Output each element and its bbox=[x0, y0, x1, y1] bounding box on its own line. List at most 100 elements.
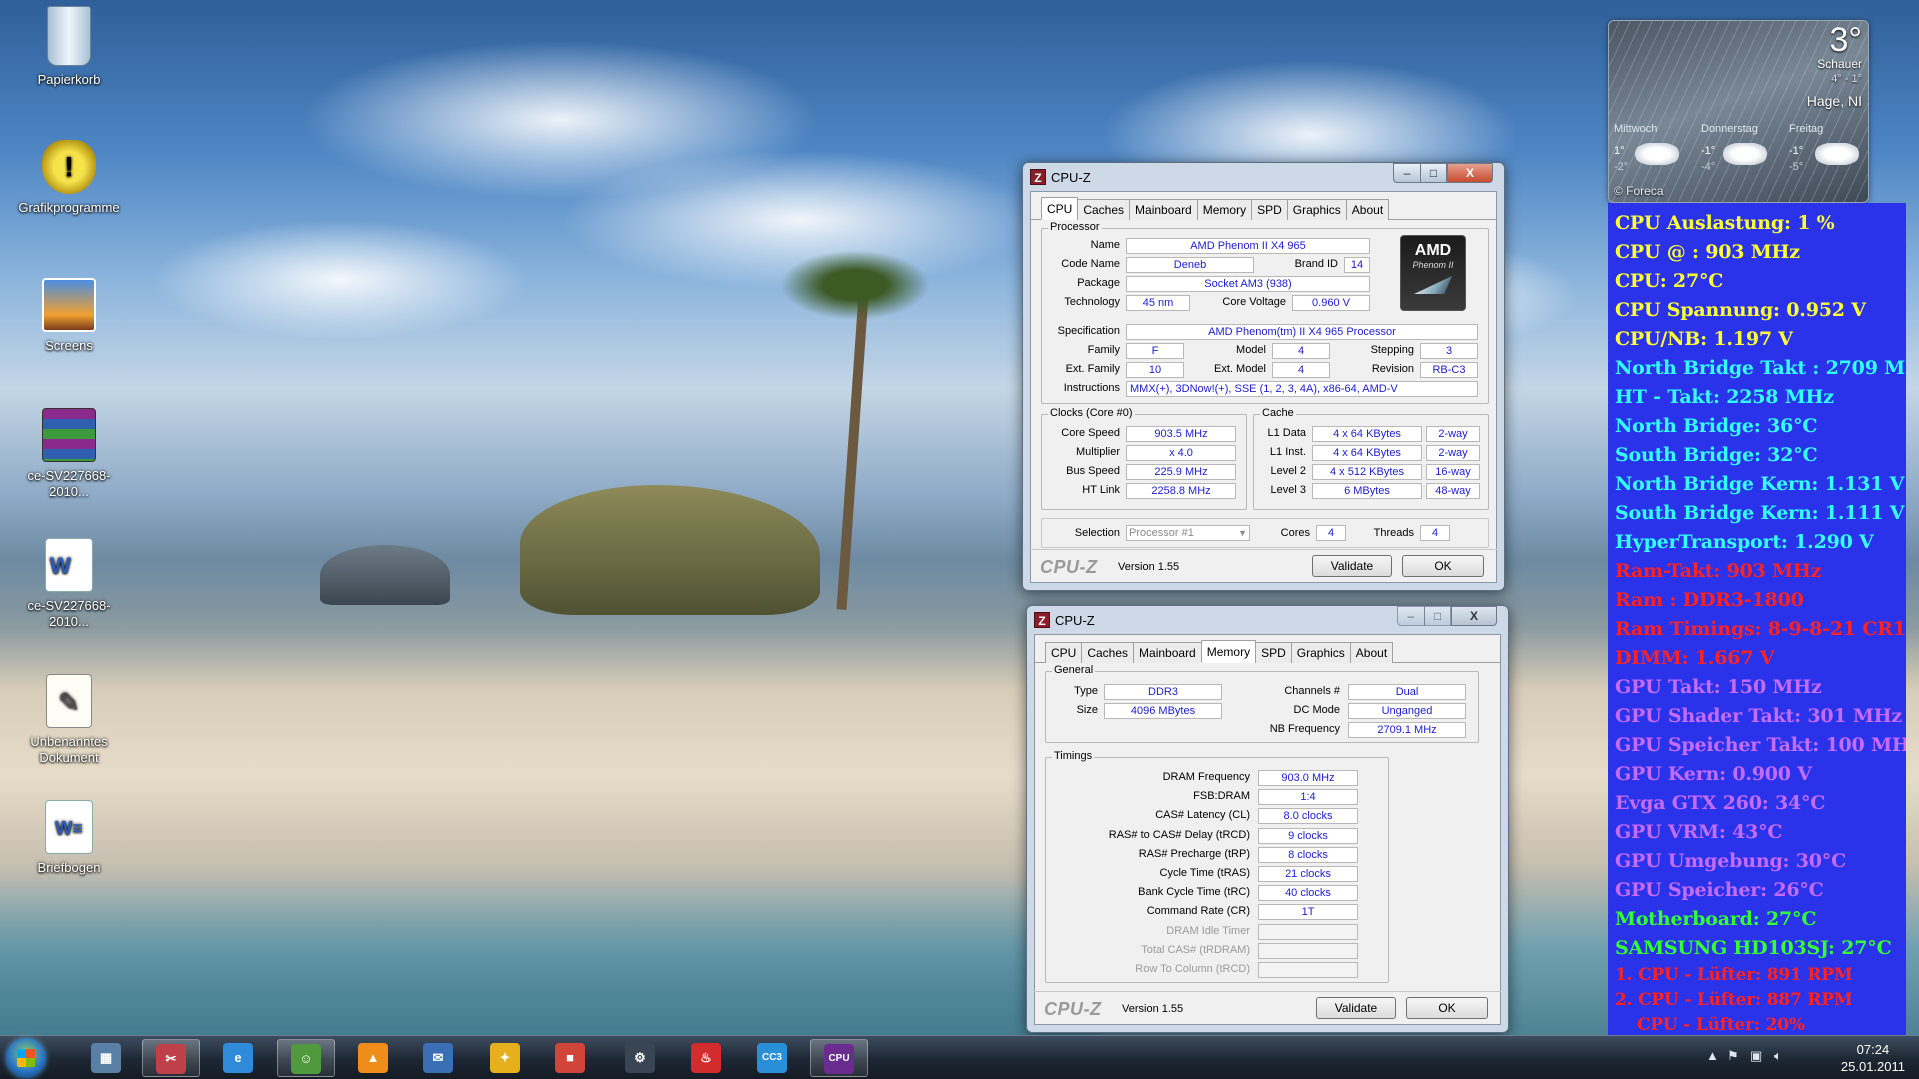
tab-cpu[interactable]: CPU bbox=[1041, 197, 1079, 220]
minimize-button[interactable]: – bbox=[1397, 606, 1425, 626]
taskbar-button[interactable]: ✂ bbox=[142, 1039, 200, 1077]
close-button[interactable]: X bbox=[1447, 163, 1493, 183]
type-value: DDR3 bbox=[1104, 684, 1222, 700]
version-text: Version 1.55 bbox=[1118, 561, 1180, 573]
sensor-readout-panel: CPU Auslastung: 1 % CPU @ : 903 MHz CPU: 2… bbox=[1608, 203, 1906, 1035]
maximize-button[interactable]: □ bbox=[1424, 606, 1451, 626]
sensor-line: CPU Spannung: 0.952 V bbox=[1615, 299, 1866, 321]
desktop-icon-grafikprogramme[interactable]: ! Grafikprogramme bbox=[10, 140, 128, 216]
tab-graphics[interactable]: Graphics bbox=[1290, 642, 1351, 663]
tab-spd[interactable]: SPD bbox=[1251, 199, 1288, 220]
l3-way-value: 48-way bbox=[1426, 483, 1480, 499]
desktop-icon-word-doc[interactable]: W ce-SV227668-2010... bbox=[10, 538, 128, 630]
taskbar-button[interactable]: ✦ bbox=[477, 1039, 535, 1077]
validate-button[interactable]: Validate bbox=[1312, 555, 1392, 577]
brandid-value: 14 bbox=[1344, 257, 1370, 273]
model-label: Model bbox=[1236, 344, 1266, 356]
processor-select[interactable]: Processor #1 ▼ bbox=[1126, 525, 1250, 541]
desktop-icon-screens[interactable]: Screens bbox=[10, 278, 128, 354]
corespeed-value: 903.5 MHz bbox=[1126, 426, 1236, 442]
tab-caches[interactable]: Caches bbox=[1077, 199, 1131, 220]
processor-group: Processor Name AMD Phenom II X4 965 Code… bbox=[1041, 221, 1489, 404]
extmodel-label: Ext. Model bbox=[1214, 363, 1266, 375]
cpuz-memory-titlebar[interactable]: Z CPU-Z – □ X bbox=[1034, 606, 1501, 634]
taskbar-button[interactable]: ▦ bbox=[78, 1039, 136, 1077]
tab-about[interactable]: About bbox=[1345, 199, 1390, 220]
volume-icon[interactable]: 🔈︎ bbox=[1774, 1048, 1782, 1064]
taskbar-button[interactable]: ⚙ bbox=[612, 1039, 670, 1077]
taskbar-button[interactable]: ☺ bbox=[277, 1039, 335, 1077]
chevron-down-icon: ▼ bbox=[1238, 528, 1247, 538]
forecast-day-2-low: -4° bbox=[1701, 161, 1716, 173]
forecast-day-2-high: -1° bbox=[1701, 145, 1716, 157]
cpuz-taskbar-icon: CPU bbox=[824, 1044, 854, 1074]
taskbar-button[interactable]: CC3 bbox=[744, 1039, 802, 1077]
tab-mainboard[interactable]: Mainboard bbox=[1133, 642, 1202, 663]
group-label: Processor bbox=[1048, 221, 1102, 233]
taskbar-button[interactable]: ✉ bbox=[410, 1039, 468, 1077]
ok-button[interactable]: OK bbox=[1406, 997, 1488, 1019]
brandid-label: Brand ID bbox=[1294, 258, 1338, 270]
word-template-icon: W≡ bbox=[45, 800, 93, 854]
desktop-icon-briefbogen[interactable]: W≡ Briefbogen bbox=[10, 800, 128, 876]
l1d-label: L1 Data bbox=[1267, 427, 1306, 439]
system-clock[interactable]: 07:24 25.01.2011 bbox=[1841, 1041, 1905, 1075]
start-button[interactable] bbox=[6, 1038, 46, 1078]
weather-provider-link[interactable]: © Foreca bbox=[1614, 184, 1664, 198]
timing-value: 1T bbox=[1258, 904, 1358, 921]
clock-date: 25.01.2011 bbox=[1840, 1059, 1905, 1074]
internet-explorer-icon: e bbox=[223, 1043, 253, 1073]
timing-label: Command Rate (CR) bbox=[1146, 905, 1250, 918]
timing-label: RAS# to CAS# Delay (tRCD) bbox=[1108, 828, 1250, 841]
taskbar-button[interactable]: ■ bbox=[542, 1039, 600, 1077]
tab-graphics[interactable]: Graphics bbox=[1286, 199, 1347, 220]
l1i-way-value: 2-way bbox=[1426, 445, 1480, 461]
sensor-line: North Bridge Kern: 1.131 V bbox=[1615, 473, 1905, 495]
weather-gadget[interactable]: 3° Schauer 4° - 1° Hage, NI Mittwoch 1° … bbox=[1608, 20, 1869, 203]
threads-value: 4 bbox=[1420, 525, 1450, 541]
calculator-icon: ▦ bbox=[91, 1043, 121, 1073]
sensor-line: South Bridge: 32°C bbox=[1615, 444, 1818, 466]
desktop-icon-papierkorb[interactable]: Papierkorb bbox=[10, 6, 128, 88]
sensor-line: CPU: 27°C bbox=[1615, 270, 1724, 292]
group-label: Cache bbox=[1260, 407, 1296, 419]
close-button[interactable]: X bbox=[1451, 606, 1497, 626]
tab-cpu[interactable]: CPU bbox=[1045, 642, 1083, 663]
show-hidden-icons-icon[interactable]: ▲ bbox=[1706, 1048, 1719, 1063]
desktop-icon-archive[interactable]: ce-SV227668-2010... bbox=[10, 408, 128, 500]
minimize-button[interactable]: – bbox=[1393, 163, 1421, 183]
taskbar-button[interactable]: e bbox=[210, 1039, 268, 1077]
tab-spd[interactable]: SPD bbox=[1255, 642, 1292, 663]
tab-caches[interactable]: Caches bbox=[1081, 642, 1135, 663]
sensor-line: GPU Shader Takt: 301 MHz bbox=[1615, 705, 1902, 727]
network-icon[interactable]: ▣ bbox=[1750, 1048, 1762, 1064]
tab-memory[interactable]: Memory bbox=[1200, 640, 1257, 663]
multiplier-value: x 4.0 bbox=[1126, 445, 1236, 461]
weather-location: Hage, NI bbox=[1806, 93, 1862, 109]
sensor-line: GPU VRM: 43°C bbox=[1615, 821, 1783, 843]
logo-product-text: Phenom II bbox=[1412, 260, 1454, 270]
tab-memory[interactable]: Memory bbox=[1196, 199, 1253, 220]
sensor-line: CPU @ : 903 MHz bbox=[1615, 241, 1800, 263]
color-cube-icon: ■ bbox=[555, 1043, 585, 1073]
ok-button[interactable]: OK bbox=[1402, 555, 1484, 577]
weather-hilo: 4° - 1° bbox=[1831, 73, 1862, 85]
name-label: Name bbox=[1090, 239, 1120, 251]
taskbar-button[interactable]: CPU bbox=[810, 1039, 868, 1077]
clocks-group: Clocks (Core #0) Core Speed 903.5 MHz Mu… bbox=[1041, 407, 1247, 510]
sensor-line: Ram Timings: 8-9-8-21 CR1 bbox=[1615, 618, 1906, 640]
desktop-icon-unbenanntes-dokument[interactable]: ✎ Unbenanntes Dokument bbox=[10, 674, 128, 766]
window-title: CPU-Z bbox=[1051, 169, 1091, 185]
taskbar-button[interactable]: ♨ bbox=[678, 1039, 736, 1077]
logo-brand-text: AMD bbox=[1414, 242, 1452, 259]
validate-button[interactable]: Validate bbox=[1316, 997, 1396, 1019]
taskbar-button[interactable]: ▲ bbox=[345, 1039, 403, 1077]
maximize-button[interactable]: □ bbox=[1420, 163, 1447, 183]
cpuz-cpu-titlebar[interactable]: Z CPU-Z – □ X bbox=[1030, 163, 1497, 191]
red-app-icon: ♨ bbox=[691, 1043, 721, 1073]
tab-about[interactable]: About bbox=[1349, 642, 1394, 663]
sensor-line: GPU Takt: 150 MHz bbox=[1615, 676, 1822, 698]
forecast-day-1-high: 1° bbox=[1614, 145, 1625, 157]
action-center-flag-icon[interactable]: ⚑ bbox=[1727, 1048, 1739, 1064]
tab-mainboard[interactable]: Mainboard bbox=[1129, 199, 1198, 220]
